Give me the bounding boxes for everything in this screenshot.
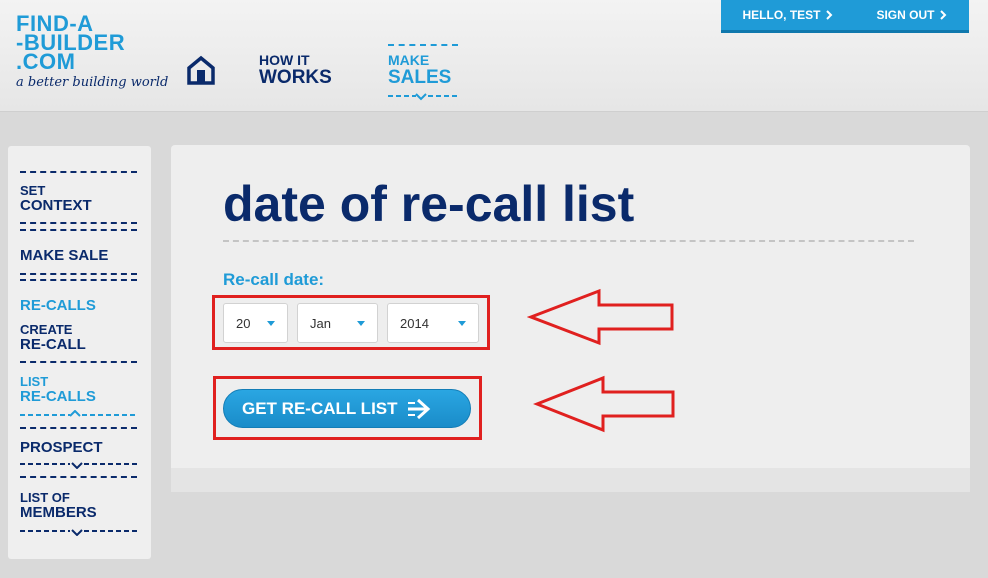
sidebar-item-prospect[interactable]: PROSPECT	[20, 440, 138, 456]
chevron-right-icon	[940, 10, 947, 20]
home-button[interactable]	[186, 55, 216, 85]
sidebar-divider	[20, 171, 137, 173]
page-title: date of re-call list	[223, 176, 635, 232]
nav-make-sales[interactable]: MAKE SALES	[388, 44, 458, 101]
chevron-down-icon	[20, 462, 138, 469]
chevron-down-icon	[20, 529, 138, 536]
sidebar-item-small: SET	[20, 183, 46, 198]
sidebar-item-big: RE-CALLS	[20, 297, 96, 314]
sidebar-divider	[20, 273, 137, 275]
sidebar-item-small: CREATE	[20, 322, 73, 337]
panel-footer	[171, 468, 970, 492]
home-icon	[187, 55, 215, 85]
annotation-arrow-icon	[533, 375, 675, 433]
title-divider	[223, 240, 914, 242]
sidebar-item-re-calls[interactable]: RE-CALLS	[20, 298, 138, 314]
nav-make-small: MAKE	[388, 52, 430, 68]
logo-tagline: a better building world	[16, 75, 169, 90]
sidebar-item-list-re-calls[interactable]: LIST RE-CALLS	[20, 375, 138, 405]
user-bar: HELLO, TEST SIGN OUT	[721, 0, 969, 33]
sign-out-link[interactable]: SIGN OUT	[876, 8, 947, 22]
sidebar-item-big: CONTEXT	[20, 197, 92, 214]
active-underline-icon	[388, 93, 458, 101]
nav-divider	[388, 44, 458, 46]
annotation-highlight-box	[212, 295, 490, 350]
sign-out-label: SIGN OUT	[876, 8, 935, 22]
sidebar-divider	[20, 229, 137, 231]
sidebar-item-create-re-call[interactable]: CREATE RE-CALL	[20, 323, 138, 353]
sidebar-divider	[20, 427, 137, 429]
user-greeting-link[interactable]: HELLO, TEST	[742, 8, 833, 22]
user-greeting: HELLO, TEST	[742, 8, 821, 22]
sidebar-item-big: RE-CALL	[20, 336, 86, 353]
recall-date-label: Re-call date:	[223, 270, 325, 289]
sidebar-item-big: MAKE SALE	[20, 247, 109, 264]
sidebar-item-small: LIST OF	[20, 490, 70, 505]
sidebar-item-big: MEMBERS	[20, 504, 97, 521]
sidebar-item-big: PROSPECT	[20, 439, 103, 456]
sidebar: SET CONTEXT MAKE SALE RE-CALLS CREATE RE…	[8, 146, 151, 559]
sidebar-item-make-sale[interactable]: MAKE SALE	[20, 248, 138, 264]
sidebar-item-small: LIST	[20, 374, 49, 389]
sidebar-item-big: RE-CALLS	[20, 388, 96, 405]
sidebar-item-set-context[interactable]: SET CONTEXT	[20, 184, 138, 214]
chevron-right-icon	[826, 10, 833, 20]
sidebar-item-list-of-members[interactable]: LIST OF MEMBERS	[20, 491, 138, 521]
nav-how-small: HOW IT	[259, 52, 310, 68]
active-underline-icon	[20, 410, 138, 417]
sidebar-divider	[20, 361, 137, 363]
nav-make-big: SALES	[388, 67, 452, 88]
site-logo[interactable]: FIND-A -BUILDER .COM a better building w…	[16, 13, 169, 91]
nav-how-big: WORKS	[259, 67, 332, 88]
nav-how-it-works[interactable]: HOW IT WORKS	[259, 53, 332, 88]
sidebar-divider	[20, 279, 137, 281]
sidebar-divider	[20, 476, 137, 478]
sidebar-divider	[20, 222, 137, 224]
annotation-highlight-box	[213, 376, 482, 440]
annotation-arrow-icon	[527, 288, 674, 346]
